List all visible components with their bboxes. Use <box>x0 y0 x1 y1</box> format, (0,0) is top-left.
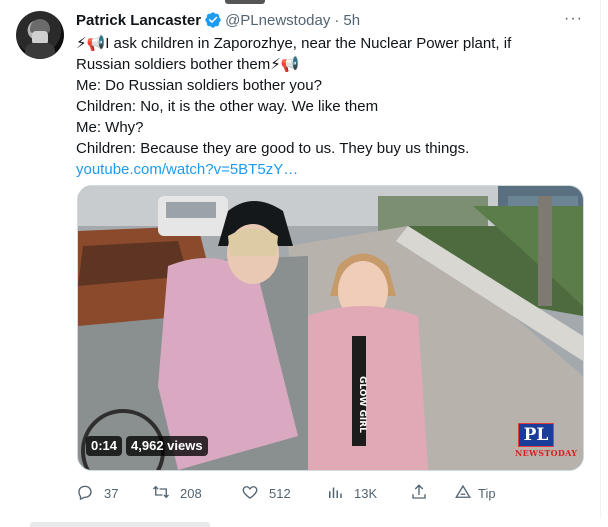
video-player[interactable]: GLOW GIRL <box>77 185 584 471</box>
tweet-text-line: ⚡📢I ask children in Zaporozhye, near the… <box>76 35 512 52</box>
more-icon[interactable]: ··· <box>564 10 583 28</box>
truncated-text <box>30 522 210 527</box>
like-count: 512 <box>269 486 291 501</box>
timestamp[interactable]: 5h <box>343 12 360 29</box>
tip-button[interactable]: Tip <box>454 483 496 504</box>
retweet-button[interactable]: 208 <box>152 483 202 504</box>
tip-label: Tip <box>478 486 496 501</box>
tweet-text-line: Children: No, it is the other way. We li… <box>76 98 379 115</box>
separator-dot: · <box>334 11 340 29</box>
next-tweet-preview <box>0 518 608 527</box>
truncated-element <box>225 0 265 4</box>
tweet-link[interactable]: youtube.com/watch?v=5BT5zY… <box>76 159 588 180</box>
video-duration: 0:14 <box>86 436 123 456</box>
video-meta: 0:14 4,962 views <box>86 436 208 456</box>
views-button[interactable]: 13K <box>326 483 377 504</box>
tip-icon <box>454 483 472 504</box>
tweet-card[interactable]: Patrick Lancaster @PLnewstoday · 5h ··· … <box>0 0 601 518</box>
share-button[interactable] <box>410 483 428 504</box>
author-name[interactable]: Patrick Lancaster <box>76 12 201 29</box>
video-views: 4,962 views <box>126 436 208 456</box>
tweet-actions: 37 208 512 13K Tip <box>76 483 506 503</box>
views-icon <box>326 483 344 504</box>
tweet-header: Patrick Lancaster @PLnewstoday · 5h <box>76 10 360 30</box>
reply-button[interactable]: 37 <box>76 483 118 504</box>
heart-icon <box>241 483 259 504</box>
tweet-text-line: Children: Because they are good to us. T… <box>76 140 470 157</box>
video-frame: GLOW GIRL <box>78 186 583 470</box>
like-button[interactable]: 512 <box>241 483 291 504</box>
retweet-count: 208 <box>180 486 202 501</box>
author-handle[interactable]: @PLnewstoday <box>225 12 330 29</box>
reply-icon <box>76 483 94 504</box>
tweet-text-line: Me: Why? <box>76 119 144 136</box>
tweet-text: ⚡📢I ask children in Zaporozhye, near the… <box>76 33 588 180</box>
watermark-logo: PL <box>518 423 554 447</box>
tweet-text-line: Me: Do Russian soldiers bother you? <box>76 77 322 94</box>
share-icon <box>410 483 428 504</box>
avatar[interactable] <box>16 11 64 59</box>
views-count: 13K <box>354 486 378 501</box>
tweet-text-line: Russian soldiers bother them⚡📢 <box>76 56 300 73</box>
avatar-body <box>25 43 55 59</box>
retweet-icon <box>152 483 170 504</box>
jacket-text: GLOW GIRL <box>357 376 367 433</box>
watermark-text: NEWSTODAY <box>515 448 578 458</box>
channel-watermark: PL NEWSTODAY <box>515 423 578 463</box>
reply-count: 37 <box>104 486 119 501</box>
verified-badge-icon[interactable] <box>204 11 222 29</box>
